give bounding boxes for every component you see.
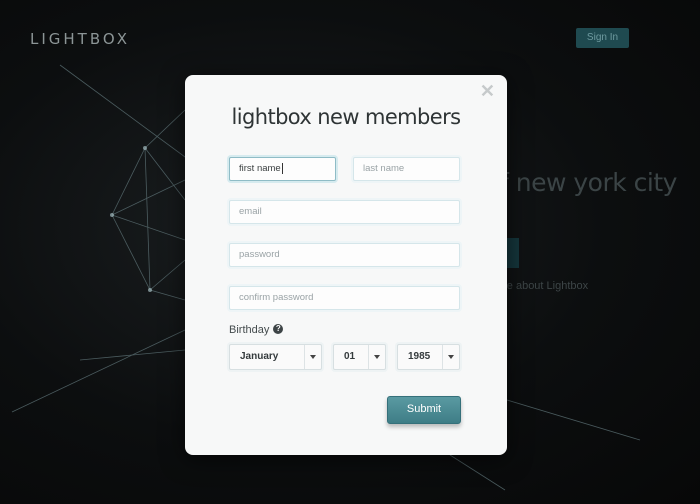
first-name-value: first name: [239, 163, 281, 174]
sign-in-button[interactable]: Sign In: [576, 28, 629, 48]
birthday-month-select[interactable]: January: [229, 344, 322, 370]
email-input[interactable]: email: [229, 200, 460, 224]
chevron-down-icon: [310, 355, 316, 359]
background-headline: f new york city: [500, 168, 677, 197]
birthday-label: Birthday: [229, 324, 270, 336]
birthday-year-select[interactable]: 1985: [397, 344, 460, 370]
text-caret: [281, 162, 283, 174]
lightbox-logo[interactable]: LIGHTBOX: [30, 30, 130, 48]
chevron-down-icon: [374, 355, 380, 359]
birthday-day-select[interactable]: 01: [333, 344, 386, 370]
help-icon[interactable]: ?: [273, 324, 284, 334]
year-value: 1985: [408, 351, 431, 362]
signup-modal: ✕ lightbox new members first name last n…: [185, 75, 507, 455]
last-name-input[interactable]: last name: [353, 157, 460, 181]
submit-button[interactable]: Submit: [387, 396, 461, 424]
month-value: January: [240, 351, 279, 362]
modal-title: lightbox new members: [231, 105, 462, 129]
birthday-label-row: Birthday?: [229, 324, 284, 336]
confirm-password-input[interactable]: confirm password: [229, 286, 460, 310]
background-learn-more-link[interactable]: ore about Lightbox: [497, 280, 588, 292]
day-value: 01: [344, 351, 356, 362]
month-dropdown-toggle[interactable]: [304, 345, 321, 369]
day-dropdown-toggle[interactable]: [368, 345, 385, 369]
year-dropdown-toggle[interactable]: [442, 345, 459, 369]
first-name-input[interactable]: first name: [229, 157, 336, 181]
close-icon[interactable]: ✕: [480, 81, 495, 102]
chevron-down-icon: [448, 355, 454, 359]
password-input[interactable]: password: [229, 243, 460, 267]
